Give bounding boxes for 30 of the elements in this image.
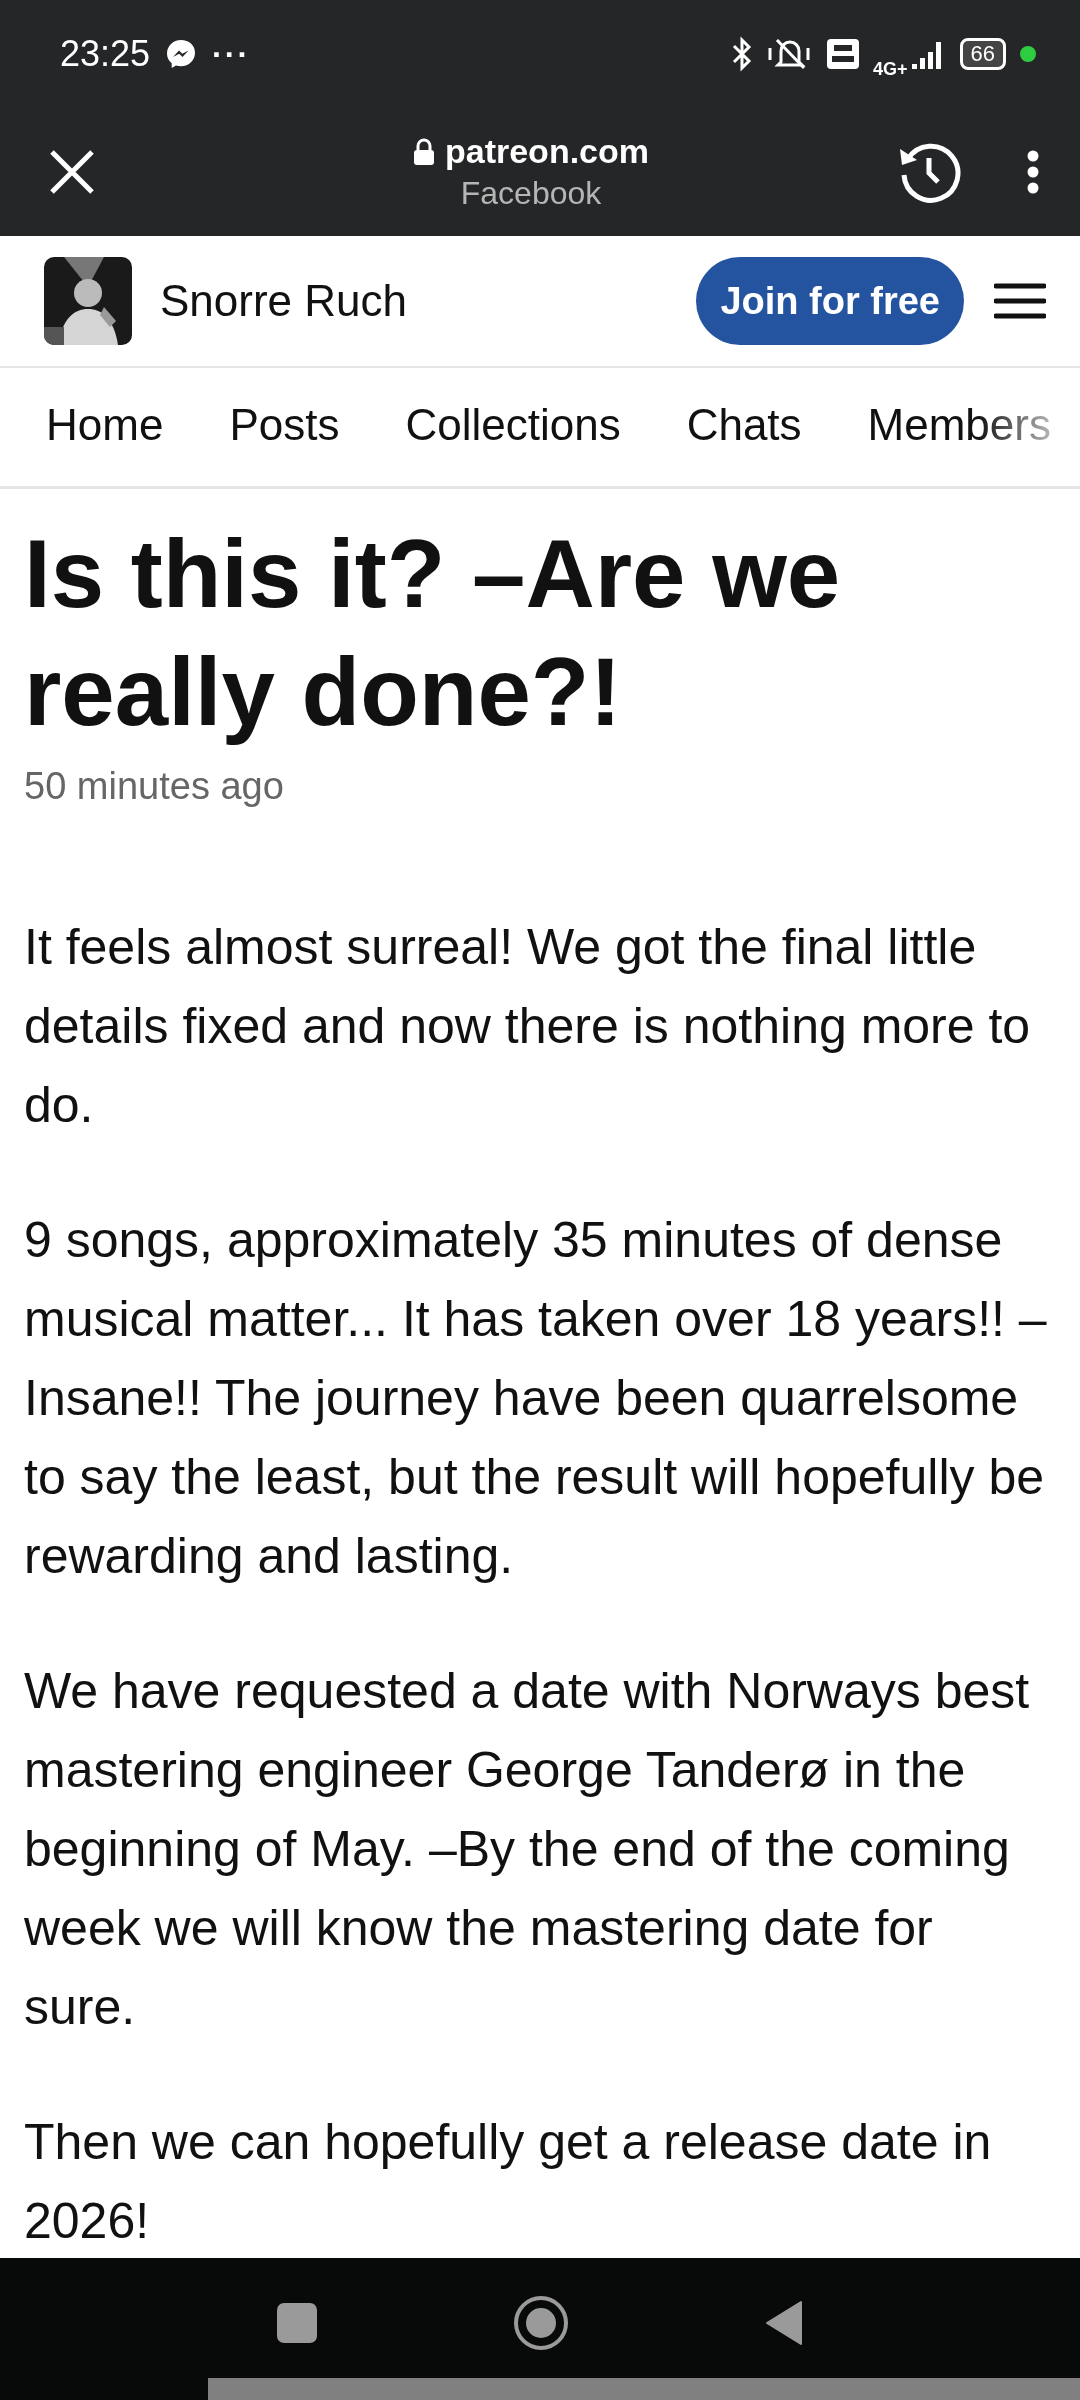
lock-icon [412,137,435,166]
menu-icon[interactable] [994,282,1046,320]
creator-name[interactable]: Snorre Ruch [160,276,697,326]
home-icon[interactable] [513,2295,569,2351]
nav-tab[interactable]: Collections [405,392,621,462]
muted-bell-icon [767,36,813,72]
post-time: 50 minutes ago [24,765,285,808]
post-paragraph: Then we can hopefully get a release date in 2026! [24,2113,993,2251]
nav-tab[interactable]: Chats [686,392,802,462]
close-icon[interactable] [48,148,96,196]
more-icon[interactable] [1026,150,1040,194]
more-notifications: ··· [212,35,251,73]
nav-tab[interactable]: Home [46,392,164,462]
status-dot [1020,46,1036,62]
bluetooth-icon [731,36,753,72]
post-paragraph: It feels almost surreal! We got the final little details fixed and now there is nothing more to do. [24,918,1032,1135]
page-source: Facebook [460,175,602,212]
battery-icon: 66 [959,38,1006,70]
network-label: 4G+ [873,58,908,80]
join-button[interactable]: Join for free [696,257,964,345]
nav-tab[interactable]: Members [867,392,1051,462]
page-domain: patreon.com [444,132,649,171]
back-icon[interactable] [765,2300,803,2346]
post-paragraph: 9 songs, approximately 35 minutes of dense musical matter... It has taken over 18 years!! –Insane!! The journey have been quarrelsome to say the least, but the result will hopefully be rewarding and lasting. [24,1211,1048,1586]
nav-tab[interactable]: Posts [229,392,340,462]
recents-icon[interactable] [277,2303,317,2343]
post-paragraph: We have requested a date with Norways best mastering engineer George Tanderø in the beginning of May. –By the end of the coming week we will know the mastering date for sure. [24,1662,1031,2037]
post-title: Is this it? –Are we really done?! [24,519,842,747]
clock: 23:25 [60,33,151,75]
volte-icon [827,39,859,69]
